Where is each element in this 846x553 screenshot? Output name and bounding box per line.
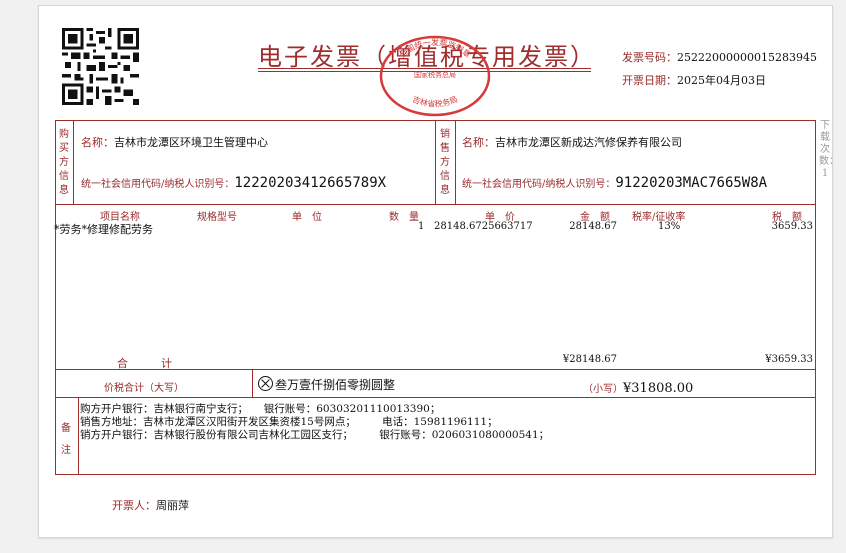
- party-divider: [55, 204, 816, 205]
- seller-tax-row: 统一社会信用代码/纳税人识别号：91220203MAC7665W8A: [462, 172, 767, 191]
- item-name: *劳务*修理修配劳务: [54, 223, 153, 236]
- totals-tax: ¥3659.33: [765, 354, 813, 365]
- invoice-number-label: 发票号码：: [622, 51, 677, 64]
- seller-name: 吉林市龙潭区新成达汽修保养有限公司: [495, 136, 682, 149]
- grand-total-small-label: （小写）: [583, 384, 623, 395]
- seller-section-label: 销售方信息: [440, 129, 450, 196]
- invoice-number: 25222000000015283945: [677, 51, 817, 64]
- invoice-date-label: 开票日期：: [622, 74, 677, 87]
- totals-label: 合 计: [117, 357, 172, 370]
- item-tax: 3659.33: [771, 221, 813, 232]
- item-price: 28148.6725663717: [434, 221, 533, 232]
- grand-total-capital: 叁万壹仟捌佰零捌圆整: [275, 378, 396, 392]
- buyer-tax-row: 统一社会信用代码/纳税人识别号：12220203412665789X: [81, 172, 386, 191]
- svg-text:全国统一发票监制章: 全国统一发票监制章: [397, 37, 473, 60]
- totals-amount: ¥28148.67: [562, 354, 617, 365]
- item-qty: 1: [418, 221, 425, 232]
- svg-text:吉林省税务局: 吉林省税务局: [411, 95, 459, 109]
- seller-tax-label: 统一社会信用代码/纳税人识别号：: [462, 179, 616, 190]
- issuer-name: 周丽萍: [156, 499, 189, 512]
- col-qty: 数 量: [389, 212, 419, 223]
- qr-code-icon: [62, 28, 139, 105]
- seal-top-text: 国家税务总局: [414, 70, 456, 79]
- buyer-name-label: 名称：: [81, 136, 114, 149]
- grand-total-small-row: （小写）¥31808.00: [583, 377, 693, 396]
- issuer-label: 开票人：: [112, 499, 156, 512]
- buyer-label-divider: [73, 120, 74, 204]
- grand-total-divider: [252, 369, 253, 398]
- party-center-divider: [435, 120, 436, 204]
- buyer-name: 吉林市龙潭区环境卫生管理中心: [114, 136, 268, 149]
- seller-tax-id: 91220203MAC7665W8A: [615, 175, 768, 191]
- table-border-bottom: [55, 474, 816, 475]
- total-divider: [55, 397, 816, 398]
- seller-label-divider: [455, 120, 456, 204]
- buyer-section-label: 购买方信息: [59, 129, 69, 196]
- seller-name-label: 名称：: [462, 136, 495, 149]
- remarks-label: 备注: [61, 423, 71, 456]
- grand-total-capital-row: 叁万壹仟捌佰零捌圆整: [258, 376, 395, 393]
- cross-circle-icon: [258, 376, 273, 391]
- buyer-name-row: 名称：吉林市龙潭区环境卫生管理中心: [81, 134, 268, 150]
- table-border-left: [55, 120, 56, 475]
- buyer-tax-label: 统一社会信用代码/纳税人识别号：: [81, 179, 235, 190]
- remarks-label-divider: [78, 397, 79, 474]
- seal-bottom-text: 吉林省税务局: [411, 95, 459, 109]
- item-amount: 28148.67: [569, 221, 617, 232]
- grand-total-label: 价税合计（大写）: [104, 383, 184, 394]
- table-border-right: [815, 120, 816, 475]
- remarks-line-3: 销方开户银行：吉林银行股份有限公司吉林化工园区支行； 银行账号：02060310…: [80, 429, 550, 441]
- tax-seal-icon: 全国统一发票监制章 国家税务总局 吉林省税务局: [379, 35, 491, 117]
- invoice-date: 2025年04月03日: [677, 74, 766, 87]
- item-rate: 13%: [658, 221, 681, 232]
- invoice-date-row: 开票日期：2025年04月03日: [622, 72, 766, 88]
- col-unit: 单 位: [292, 212, 322, 223]
- download-count: 下载次数：1: [819, 120, 839, 179]
- issuer-row: 开票人：周丽萍: [112, 497, 189, 513]
- grand-total-small: ¥31808.00: [623, 381, 694, 396]
- invoice-number-row: 发票号码：25222000000015283945: [622, 49, 817, 65]
- buyer-tax-id: 12220203412665789X: [234, 175, 387, 191]
- col-spec: 规格型号: [197, 212, 237, 223]
- seller-name-row: 名称：吉林市龙潭区新成达汽修保养有限公司: [462, 134, 682, 150]
- seal-middle-text: 全国统一发票监制章: [397, 37, 473, 60]
